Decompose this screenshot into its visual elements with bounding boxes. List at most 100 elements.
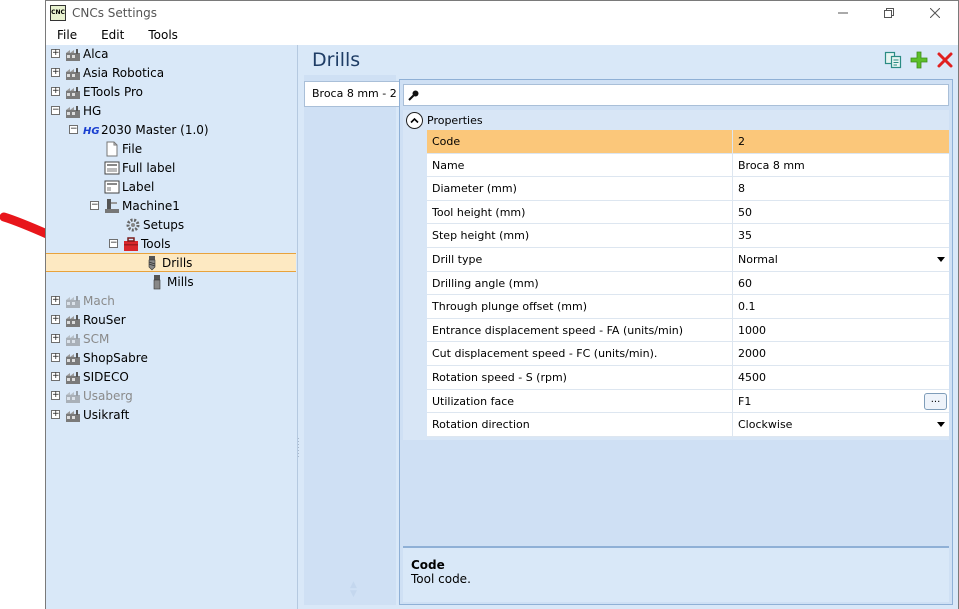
property-value[interactable]: 35 [733, 224, 949, 247]
tree-item-label: RouSer [83, 312, 126, 327]
tree-item-asia-robotica[interactable]: + Asia Robotica [51, 63, 164, 82]
property-row-rotation-direction[interactable]: Rotation direction Clockwise [427, 413, 949, 437]
close-button[interactable] [912, 1, 958, 25]
tree-item-mills[interactable]: Mills [149, 272, 194, 291]
tree-item-usikraft[interactable]: + Usikraft [51, 405, 129, 424]
collapse-icon[interactable]: − [90, 201, 99, 210]
tree-item-etools-pro[interactable]: + ETools Pro [51, 82, 143, 101]
browse-button[interactable]: ... [924, 392, 947, 410]
search-input[interactable] [424, 87, 944, 103]
collapse-icon[interactable]: − [69, 125, 78, 134]
tab-scroll-arrows[interactable]: ▲ ▼ [350, 581, 357, 599]
menu-edit[interactable]: Edit [90, 28, 137, 42]
menu-tools[interactable]: Tools [137, 28, 191, 42]
property-row-drill-type[interactable]: Drill type Normal [427, 248, 949, 272]
dropdown-arrow-icon[interactable] [937, 257, 945, 262]
label-icon [104, 180, 120, 193]
delete-icon[interactable] [936, 51, 954, 69]
tree-item-label: Alca [83, 46, 109, 61]
tree-item-label: Usaberg [83, 388, 133, 403]
property-row-utilization-face[interactable]: Utilization face F1 ... [427, 389, 949, 414]
property-value[interactable]: Broca 8 mm [733, 153, 949, 177]
tree-item-mach[interactable]: + Mach [51, 291, 115, 310]
add-icon[interactable] [910, 51, 928, 69]
tree-item-scm[interactable]: + SCM [51, 329, 109, 348]
tree-item-shopsabre[interactable]: + ShopSabre [51, 348, 148, 367]
drill-type-select[interactable]: Normal [733, 248, 949, 271]
property-value[interactable]: 2000 [733, 342, 949, 365]
property-value[interactable]: 0.1 [733, 295, 949, 318]
dropdown-arrow-icon[interactable] [937, 422, 945, 428]
machine-tree: + Alca + Asia Robotica + ETools Pro − HG… [46, 45, 298, 609]
property-value[interactable]: 50 [733, 200, 949, 224]
property-value[interactable]: F1 ... [733, 389, 949, 413]
expand-icon[interactable]: + [51, 391, 60, 400]
expand-icon[interactable]: + [51, 49, 60, 58]
property-value[interactable]: 8 [733, 177, 949, 200]
menu-file[interactable]: File [46, 28, 90, 42]
property-row-drilling-angle[interactable]: Drilling angle (mm) 60 [427, 271, 949, 296]
property-row-tool-height[interactable]: Tool height (mm) 50 [427, 200, 949, 225]
tree-item-label: HG [83, 103, 102, 118]
property-value[interactable]: 60 [733, 271, 949, 295]
expand-icon[interactable]: + [51, 353, 60, 362]
tree-item-tools[interactable]: − Tools [109, 234, 171, 253]
window-controls [820, 1, 958, 25]
tree-item-usaberg[interactable]: + Usaberg [51, 386, 133, 405]
collapse-icon[interactable]: − [51, 106, 60, 115]
item-tabs: Broca 8 mm - 2 ▲ ▼ [304, 75, 399, 605]
property-name: Diameter (mm) [427, 177, 733, 200]
tree-item-label[interactable]: Label [104, 177, 154, 196]
expand-icon[interactable]: + [51, 315, 60, 324]
minimize-button[interactable] [820, 1, 866, 25]
property-name: Drilling angle (mm) [427, 271, 733, 295]
expand-icon[interactable]: + [51, 68, 60, 77]
property-name: Cut displacement speed - FC (units/min). [427, 342, 733, 365]
tree-item-file[interactable]: File [104, 139, 142, 158]
restore-button[interactable] [866, 1, 912, 25]
expand-icon[interactable]: + [51, 372, 60, 381]
tree-item-rouser[interactable]: + RouSer [51, 310, 126, 329]
property-row-rotation-speed[interactable]: Rotation speed - S (rpm) 4500 [427, 366, 949, 390]
tree-item-full-label[interactable]: Full label [104, 158, 175, 177]
tree-item-machine1[interactable]: − Machine1 [90, 196, 180, 215]
tree-item-drills[interactable]: Drills [46, 253, 296, 272]
tree-item-2030-master[interactable]: − HG 2030 Master (1.0) [69, 120, 209, 139]
tab-broca-8mm[interactable]: Broca 8 mm - 2 [304, 81, 399, 107]
collapse-icon[interactable]: − [109, 239, 118, 248]
factory-icon [66, 390, 80, 403]
factory-icon [66, 67, 80, 80]
property-grid-empty-area [403, 440, 949, 538]
tree-item-label: ETools Pro [83, 84, 143, 99]
tree-item-alca[interactable]: + Alca [51, 45, 109, 63]
chevron-up-icon[interactable] [406, 111, 423, 129]
property-row-step-height[interactable]: Step height (mm) 35 [427, 224, 949, 248]
property-help-box: Code Tool code. [403, 546, 949, 602]
property-row-entrance-speed[interactable]: Entrance displacement speed - FA (units/… [427, 318, 949, 343]
category-properties[interactable]: Properties [403, 110, 949, 130]
expand-icon[interactable]: + [51, 296, 60, 305]
expand-icon[interactable]: + [51, 410, 60, 419]
tree-item-hg[interactable]: − HG [51, 101, 101, 120]
copy-icon[interactable] [884, 51, 902, 69]
property-row-through-plunge-offset[interactable]: Through plunge offset (mm) 0.1 [427, 295, 949, 319]
rotation-direction-select[interactable]: Clockwise [733, 413, 949, 436]
property-row-cut-speed[interactable]: Cut displacement speed - FC (units/min).… [427, 342, 949, 366]
search-bar[interactable] [403, 84, 949, 106]
property-row-diameter[interactable]: Diameter (mm) 8 [427, 177, 949, 201]
factory-icon [66, 409, 80, 422]
minimize-icon [838, 12, 848, 14]
property-value[interactable]: 4500 [733, 366, 949, 389]
property-value[interactable]: 1000 [733, 318, 949, 342]
property-value[interactable]: 2 [733, 130, 949, 153]
page-title: Drills [312, 49, 361, 71]
property-row-name[interactable]: Name Broca 8 mm [427, 153, 949, 178]
tree-item-sideco[interactable]: + SIDECO [51, 367, 129, 386]
property-grid-panel: Properties Code 2 Name Broca 8 mm Diamet… [399, 79, 953, 605]
property-row-code[interactable]: Code 2 [427, 130, 949, 154]
expand-icon[interactable]: + [51, 87, 60, 96]
property-name: Entrance displacement speed - FA (units/… [427, 318, 733, 342]
expand-icon[interactable]: + [51, 334, 60, 343]
tree-item-label: Mach [83, 293, 115, 308]
tree-item-setups[interactable]: Setups [125, 215, 184, 234]
